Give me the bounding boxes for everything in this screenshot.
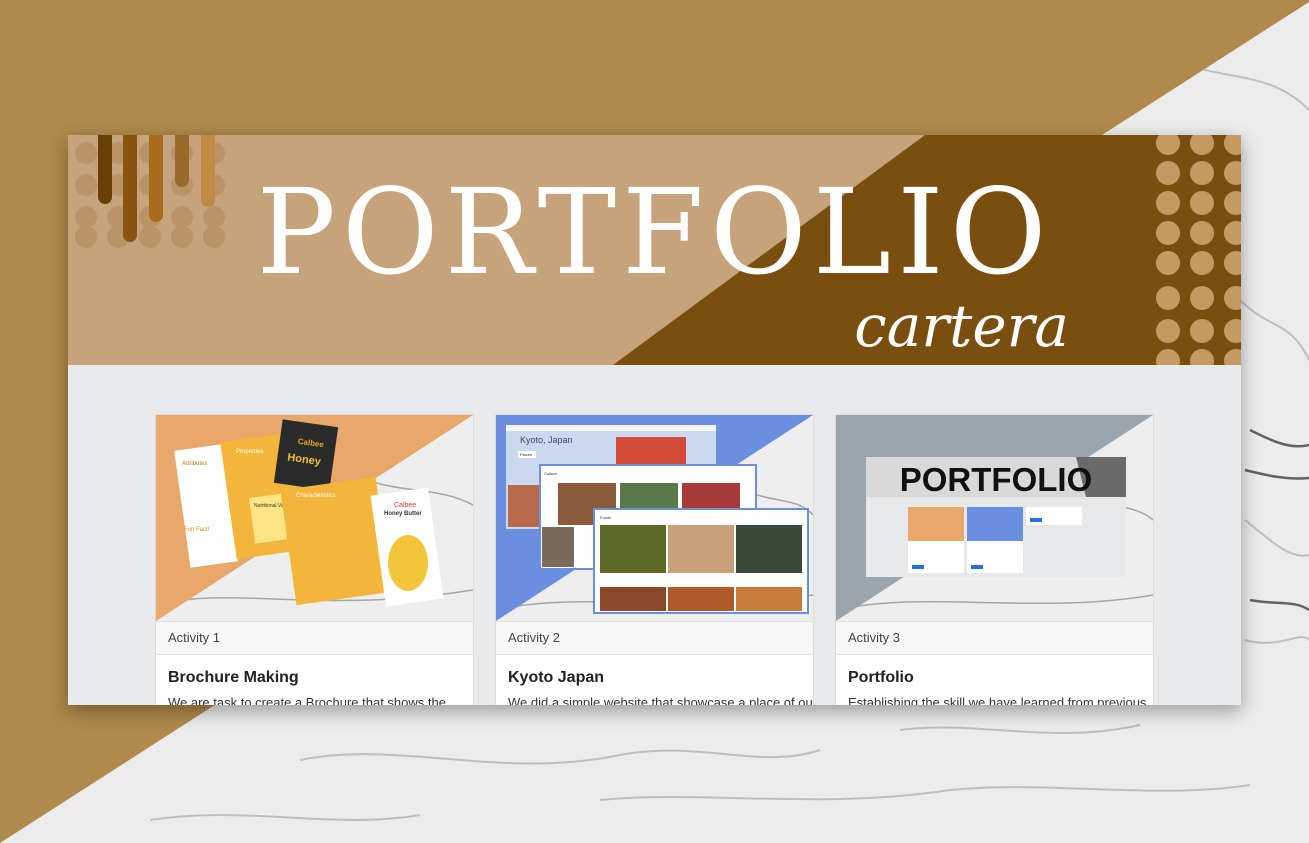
brochure-section-attributes: Attributes xyxy=(182,461,207,467)
card-text: We did a simple website that showcase a … xyxy=(508,695,814,705)
activity-cards: Attributes Properties Nutritional Value … xyxy=(155,414,1155,705)
banner-title: PORTFOLIO xyxy=(256,163,1053,301)
portfolio-thumbnail[interactable]: PORTFOLIO xyxy=(836,415,1153,621)
banner-subtitle: cartera xyxy=(854,292,1069,360)
card-header: Activity 1 xyxy=(156,621,473,655)
kyoto-page-title: Kyoto, Japan xyxy=(520,435,573,445)
card-text: We are task to create a Brochure that sh… xyxy=(168,695,446,705)
brochure-section-properties: Properties xyxy=(236,449,263,455)
card-header: Activity 3 xyxy=(836,621,1153,655)
brochure-thumbnail[interactable]: Attributes Properties Nutritional Value … xyxy=(156,415,473,621)
card-title: Portfolio xyxy=(848,669,914,686)
svg-text:Calbee: Calbee xyxy=(394,502,416,509)
brochure-section-characteristics: Characteristics xyxy=(296,493,336,499)
card-title: Kyoto Japan xyxy=(508,669,605,686)
kyoto-thumbnail[interactable]: Kyoto, Japan Places Culture Foods xyxy=(496,415,813,621)
card-brochure[interactable]: Attributes Properties Nutritional Value … xyxy=(155,414,474,705)
brochure-section-funfact: Fun Fact! xyxy=(184,527,210,533)
brochure-product: Honey Butter xyxy=(384,511,422,517)
portfolio-window: PORTFOLIO cartera Attributes Properties … xyxy=(68,135,1241,705)
card-header: Activity 2 xyxy=(496,621,813,655)
card-title: Brochure Making xyxy=(168,669,299,686)
card-text: Establishing the skill we have learned f… xyxy=(848,695,1147,705)
portfolio-mini-title: PORTFOLIO xyxy=(900,461,1093,498)
card-kyoto[interactable]: Kyoto, Japan Places Culture Foods Activi… xyxy=(495,414,814,705)
card-portfolio[interactable]: PORTFOLIO Activity 3 Portfolio Establish… xyxy=(835,414,1154,705)
kyoto-section-foods: Foods xyxy=(600,515,611,520)
kyoto-section-culture: Culture xyxy=(544,471,558,476)
kyoto-section-places: Places xyxy=(520,452,532,457)
